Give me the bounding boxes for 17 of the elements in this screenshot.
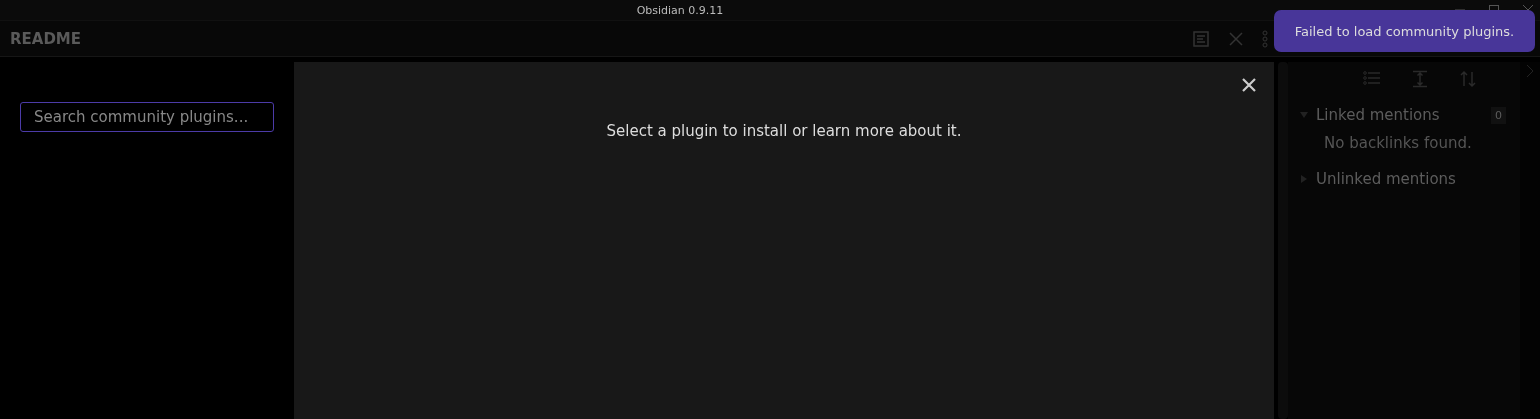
expand-triangle-icon[interactable] <box>1300 175 1308 183</box>
search-field[interactable]: Search community plugins... <box>20 102 274 132</box>
more-options-icon[interactable] <box>1262 29 1268 48</box>
empty-message: No backlinks found. <box>1323 133 1473 152</box>
section-title[interactable]: Linked mentions <box>1316 106 1483 124</box>
notice-text: Failed to load community plugins. <box>1294 23 1515 39</box>
expand-vertical-icon[interactable] <box>1411 70 1429 88</box>
modal-message: Select a plugin to install or learn more about it. <box>606 122 962 142</box>
document-icon[interactable] <box>1192 29 1210 48</box>
window-title: Obsidian 0.9.11 <box>636 3 724 17</box>
section-title[interactable]: Unlinked mentions <box>1316 170 1506 188</box>
sort-icon[interactable] <box>1459 70 1477 88</box>
collapse-triangle-icon[interactable] <box>1300 111 1308 119</box>
chevron-right-icon[interactable] <box>1526 64 1534 78</box>
list-icon[interactable] <box>1363 70 1381 86</box>
pane-title: README <box>10 29 82 48</box>
count-badge: 0 <box>1491 106 1506 124</box>
